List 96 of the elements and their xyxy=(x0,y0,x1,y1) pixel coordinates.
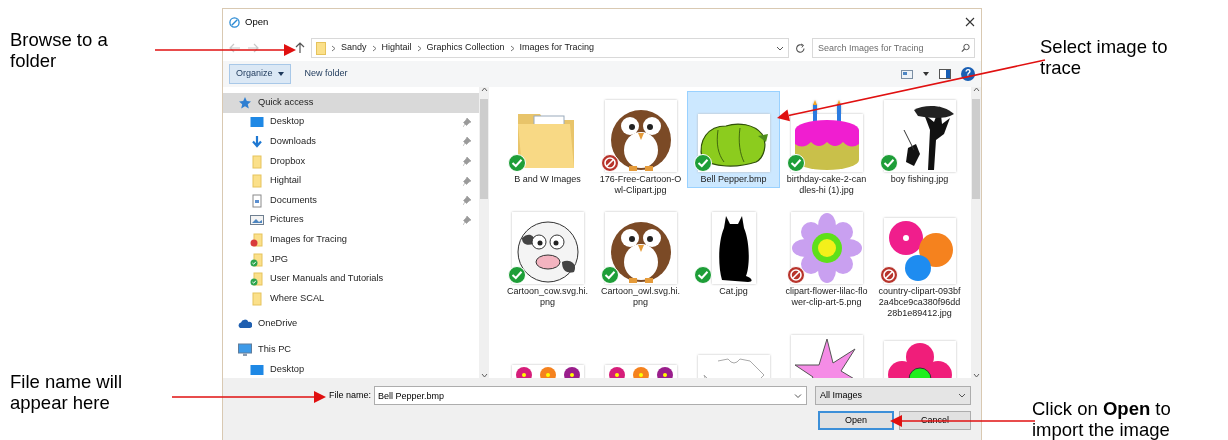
dropdown-caret-icon xyxy=(958,393,966,398)
download-icon xyxy=(250,135,264,149)
new-folder-button[interactable]: New folder xyxy=(300,67,352,81)
search-icon xyxy=(961,43,970,53)
window-title: Open xyxy=(245,14,269,29)
file-item[interactable]: birthday-cake-2-candles-hi (1).jpg xyxy=(780,91,873,199)
file-item[interactable]: Cartoon_cow.svg.hi.png xyxy=(501,203,594,311)
nav-item[interactable]: Where SCAL xyxy=(223,288,479,309)
file-name: clipart-flower-lilac-flower-clip-art-5.png xyxy=(784,286,869,308)
file-name: Cat.jpg xyxy=(718,286,749,297)
folder-icon xyxy=(250,272,264,287)
desktop-icon xyxy=(250,362,264,377)
scrollbar[interactable] xyxy=(479,87,489,378)
nav-item[interactable]: Downloads xyxy=(223,132,479,152)
file-name: Cartoon_cow.svg.hi.png xyxy=(505,286,589,308)
file-item[interactable]: boy fishing.jpg xyxy=(873,91,966,188)
annotation-text: Browse to a folder xyxy=(10,29,109,71)
breadcrumb-item[interactable]: Sandy xyxy=(341,41,367,55)
refresh-icon[interactable] xyxy=(795,42,806,54)
scroll-down-icon[interactable] xyxy=(480,373,488,378)
search-field[interactable]: Search Images for Tracing xyxy=(812,38,975,58)
desktop-icon xyxy=(250,115,264,130)
view-icon[interactable] xyxy=(901,69,913,79)
address-bar[interactable]: Sandy Hightail Graphics Collection Images for Tracing xyxy=(311,38,789,58)
computer-icon xyxy=(238,342,252,357)
scrollbar[interactable] xyxy=(971,87,981,378)
file-name-label: File name: xyxy=(328,388,371,402)
file-name: Cartoon_owl.svg.hi.png xyxy=(599,286,681,308)
pictures-icon xyxy=(250,213,264,228)
nav-item[interactable]: JPG xyxy=(223,249,479,270)
breadcrumb-item[interactable]: Images for Tracing xyxy=(519,41,595,55)
pin-icon xyxy=(463,215,471,225)
nav-item[interactable]: Desktop xyxy=(223,112,479,133)
annotation-text: Select image to trace xyxy=(1040,36,1169,78)
folder-icon xyxy=(250,291,264,306)
pin-icon xyxy=(463,176,471,186)
breadcrumb-item[interactable]: Graphics Collection xyxy=(426,41,505,55)
chevron-icon xyxy=(509,44,515,52)
file-item[interactable]: Cartoon_owl.svg.hi.png xyxy=(594,203,687,311)
file-name: 176-Free-Cartoon-Owl-Clipart.jpg xyxy=(598,174,683,196)
back-arrow-icon[interactable] xyxy=(229,43,241,53)
nav-item[interactable]: OneDrive xyxy=(223,314,479,335)
folder-icon xyxy=(250,252,264,267)
file-name: B and W Images xyxy=(513,174,582,185)
pin-icon xyxy=(463,117,471,127)
nav-item[interactable]: User Manuals and Tutorials xyxy=(223,269,479,289)
scroll-thumb[interactable] xyxy=(480,99,488,199)
file-item[interactable]: clipart-flower-lilac-flower-clip-art-5.png xyxy=(780,203,873,311)
scroll-down-icon[interactable] xyxy=(972,373,980,378)
organize-button[interactable]: Organize xyxy=(229,64,291,84)
nav-item[interactable]: Desktop xyxy=(223,359,479,378)
star-icon xyxy=(238,95,252,110)
nav-item[interactable]: Dropbox xyxy=(223,151,479,172)
scroll-thumb[interactable] xyxy=(972,99,980,199)
scroll-up-icon[interactable] xyxy=(972,87,980,92)
folder-icon xyxy=(316,41,326,55)
file-item[interactable]: 176-Free-Cartoon-Owl-Clipart.jpg xyxy=(594,91,687,199)
file-name: country-clipart-093bf2a4bce9ca380f96dd28b1e89412.jpg xyxy=(877,286,962,319)
forward-arrow-icon[interactable] xyxy=(247,43,259,53)
annotation-text: Click on Open to import the image xyxy=(1032,398,1172,440)
file-name: boy fishing.jpg xyxy=(889,174,950,185)
chevron-icon xyxy=(416,44,422,52)
nav-item[interactable]: This PC xyxy=(223,340,479,360)
breadcrumb-item[interactable]: Hightail xyxy=(381,41,412,55)
folder-icon xyxy=(250,154,264,169)
chevron-icon xyxy=(331,44,336,52)
file-item[interactable]: Cat.jpg xyxy=(687,203,780,300)
close-icon[interactable] xyxy=(965,17,975,27)
nav-item[interactable]: Quick access xyxy=(223,93,479,113)
file-item[interactable]: country-clipart-093bf2a4bce9ca380f96dd28b1e89412.jpg xyxy=(873,203,966,322)
file-item[interactable]: Bell Pepper.bmp xyxy=(687,91,780,188)
preview-pane-icon[interactable] xyxy=(939,69,951,79)
caret-icon xyxy=(277,72,284,76)
caret-icon[interactable] xyxy=(923,72,929,76)
nav-item[interactable]: Images for Tracing xyxy=(223,230,479,250)
folder-icon xyxy=(250,174,264,189)
nav-item[interactable]: Hightail xyxy=(223,171,479,191)
pin-icon xyxy=(463,137,471,147)
nav-item[interactable]: Documents xyxy=(223,190,479,211)
pin-icon xyxy=(463,157,471,167)
up-arrow-icon[interactable] xyxy=(295,42,305,54)
pin-icon xyxy=(463,196,471,206)
dropdown-caret-icon[interactable] xyxy=(776,45,784,51)
document-icon xyxy=(250,193,264,208)
chevron-icon xyxy=(371,44,377,52)
folder-icon xyxy=(250,232,264,247)
file-name-field[interactable]: Bell Pepper.bmp xyxy=(374,386,807,405)
nav-item[interactable]: Pictures xyxy=(223,210,479,231)
annotation-text: File name will appear here xyxy=(10,371,124,413)
file-type-dropdown[interactable]: All Images xyxy=(815,386,971,405)
file-item[interactable]: B and W Images xyxy=(501,91,594,188)
file-name: Bell Pepper.bmp xyxy=(699,174,768,185)
scroll-up-icon[interactable] xyxy=(480,87,488,92)
file-name: birthday-cake-2-candles-hi (1).jpg xyxy=(785,174,868,196)
open-button[interactable]: Open xyxy=(818,411,894,430)
app-icon xyxy=(229,16,240,28)
